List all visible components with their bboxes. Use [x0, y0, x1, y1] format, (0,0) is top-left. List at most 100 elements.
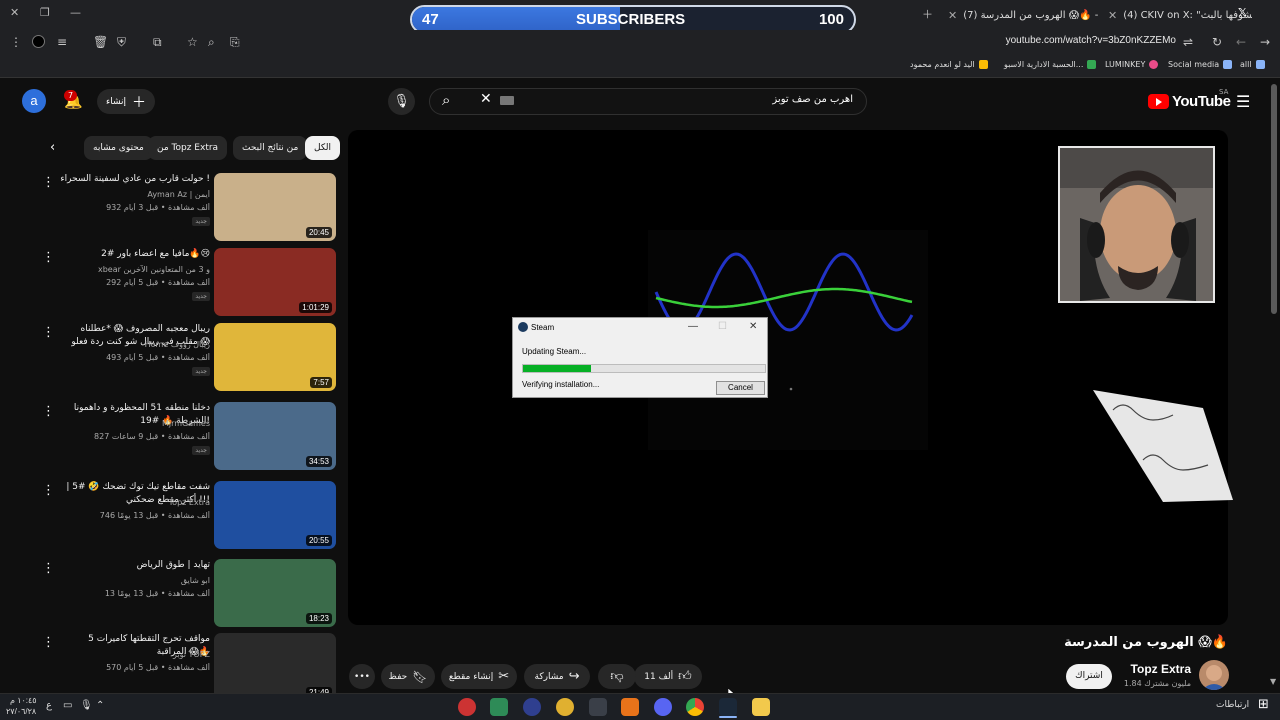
- save-button[interactable]: حفظ 🔖︎: [381, 664, 435, 689]
- dislike-button[interactable]: 👎︎: [598, 664, 636, 689]
- channel-avatar[interactable]: [1199, 660, 1229, 690]
- microphone-tray-icon[interactable]: 🎙: [80, 700, 93, 711]
- extensions-list-icon[interactable]: ≡: [57, 35, 67, 49]
- recommended-channel[interactable]: توبز TOPZ: [60, 650, 210, 659]
- search-icon[interactable]: ⌕: [442, 91, 450, 109]
- restore-window-icon[interactable]: ❐: [40, 6, 50, 19]
- clear-search-icon[interactable]: ✕: [480, 91, 492, 107]
- like-button[interactable]: 11 ألف 👍︎: [634, 664, 702, 689]
- reload-icon[interactable]: ↻: [1212, 35, 1222, 49]
- app-icon-vlc[interactable]: [621, 698, 639, 716]
- site-settings-icon[interactable]: ⇌: [1183, 35, 1193, 49]
- app-icon-disc[interactable]: [523, 698, 541, 716]
- app-icon-steam[interactable]: [719, 698, 737, 716]
- page-scrollbar[interactable]: [1271, 84, 1277, 314]
- windows-start-icon[interactable]: ⊞: [1258, 697, 1269, 712]
- more-options-icon[interactable]: ⋮: [42, 325, 55, 340]
- channel-name[interactable]: Topz Extra: [1100, 662, 1191, 676]
- puzzle-icon[interactable]: ⧉: [153, 35, 162, 50]
- recommended-channel[interactable]: ابو شايق: [60, 576, 210, 585]
- tab-x[interactable]: ✕ (4) CKIV on X: "ده بنشوفها بالبث: [1100, 4, 1252, 26]
- share-button[interactable]: مشاركة ↪: [524, 664, 590, 689]
- minimize-icon[interactable]: —: [688, 321, 698, 332]
- video-thumbnail[interactable]: 20:55: [214, 481, 336, 549]
- app-icon-sheets[interactable]: [490, 698, 508, 716]
- menu-dots-icon[interactable]: ⋮: [10, 35, 22, 49]
- more-options-icon[interactable]: ⋮: [42, 175, 55, 190]
- recommended-channel[interactable]: Ayman Az | أيمن: [60, 190, 210, 199]
- forward-icon[interactable]: ←: [1236, 35, 1246, 49]
- video-thumbnail[interactable]: 7:57: [214, 323, 336, 391]
- chip-all[interactable]: الكل: [305, 136, 341, 160]
- taskbar-clock-time[interactable]: ١٠:٤٥ م: [10, 696, 37, 705]
- clip-button[interactable]: إنشاء مقطع ✂: [441, 664, 517, 689]
- more-options-icon[interactable]: ⋮: [42, 483, 55, 498]
- profile-icon[interactable]: [32, 35, 45, 48]
- app-icon-record[interactable]: [458, 698, 476, 716]
- back-icon[interactable]: →: [1260, 35, 1270, 49]
- zoom-icon[interactable]: ⌕: [208, 35, 215, 50]
- chevron-left-icon[interactable]: ‹: [50, 140, 55, 155]
- cancel-button[interactable]: Cancel: [716, 381, 765, 395]
- app-icon-chrome[interactable]: [686, 698, 704, 716]
- video-thumbnail[interactable]: 20:45: [214, 173, 336, 241]
- chevron-up-icon[interactable]: ⌃: [96, 700, 104, 711]
- thumbs-up-icon: 👍︎: [678, 669, 692, 684]
- bookmark-label: Social media: [1168, 60, 1220, 69]
- minimize-window-icon[interactable]: —: [70, 6, 81, 19]
- chip-from-search[interactable]: من نتائج البحث: [233, 136, 308, 160]
- address-bar[interactable]: youtube.com/watch?v=3bZ0nKZZEMo: [1006, 35, 1176, 46]
- more-options-icon[interactable]: ⋮: [42, 404, 55, 419]
- share-page-icon[interactable]: ⎘: [230, 35, 240, 50]
- subscribe-button[interactable]: اشتراك: [1066, 664, 1112, 689]
- recommended-video-item[interactable]: ⋮ شفت مقاطع تيك توك تضحك 🤣 #5 | أكثر مقطع…: [40, 481, 340, 553]
- trash-icon[interactable]: 🗑: [93, 35, 108, 49]
- bookmark-item[interactable]: اليد لو انعدم محمود: [910, 60, 988, 69]
- video-thumbnail[interactable]: 34:53: [214, 402, 336, 470]
- video-thumbnail[interactable]: 21:49: [214, 633, 336, 701]
- close-icon[interactable]: ✕: [749, 321, 757, 332]
- new-tab-icon[interactable]: ＋: [922, 6, 933, 22]
- close-tab-icon[interactable]: ✕: [948, 9, 957, 22]
- video-thumbnail[interactable]: 18:23: [214, 559, 336, 627]
- bookmark-item[interactable]: Social media: [1168, 60, 1233, 69]
- close-tab-icon[interactable]: ✕: [1108, 9, 1117, 22]
- taskbar-clock-date[interactable]: ٢٧/٠٦/٢٨: [6, 707, 36, 716]
- app-icon-discord[interactable]: [556, 698, 574, 716]
- recommended-channel[interactable]: Home ريبال رؤوف: [60, 340, 210, 349]
- chip-from-channel[interactable]: من Topz Extra: [148, 136, 228, 160]
- recommended-video-item[interactable]: ⋮ دخلنا منطقه 51 المحظورة و داهمونا الشرط…: [40, 402, 340, 474]
- hamburger-menu-icon[interactable]: ☰: [1236, 92, 1250, 111]
- recommended-channel[interactable]: MjrmGames: [60, 419, 210, 428]
- bookmark-item[interactable]: LUMINKEY: [1105, 60, 1159, 69]
- recommended-channel[interactable]: xbear و 3 من المتعاونين الآخرين: [60, 265, 210, 274]
- bookmark-item[interactable]: alll: [1240, 60, 1265, 69]
- recommended-video-item[interactable]: ⋮ مافيا مع اعضاء باور #2🔥😢 xbear و 3 من ال…: [40, 248, 340, 320]
- shield-icon[interactable]: ⛨: [117, 35, 126, 50]
- network-icon[interactable]: ▭: [63, 700, 72, 711]
- recommended-channel[interactable]: Topz Extra: [60, 498, 210, 507]
- chip-related[interactable]: محتوى مشابه: [84, 136, 153, 160]
- more-actions-button[interactable]: •••: [349, 664, 375, 689]
- create-button[interactable]: إنشاء ＋: [97, 89, 155, 114]
- input-language[interactable]: ع: [46, 700, 52, 711]
- video-thumbnail[interactable]: 1:01:29: [214, 248, 336, 316]
- app-icon-messenger[interactable]: [654, 698, 672, 716]
- more-options-icon[interactable]: ⋮: [42, 561, 55, 576]
- bookmark-item[interactable]: الحسبة الادارية الاسبو...: [1004, 60, 1097, 69]
- star-icon[interactable]: ☆: [187, 35, 198, 49]
- keyboard-icon[interactable]: [500, 96, 514, 105]
- more-options-icon[interactable]: ⋮: [42, 250, 55, 265]
- taskbar-widgets-label[interactable]: ارتباطات: [1216, 700, 1249, 710]
- app-icon-terminal[interactable]: [589, 698, 607, 716]
- recommended-video-item[interactable]: ⋮ ريبال معجبه المصروف 😱 *عطلناه مقلب في ر…: [40, 323, 340, 395]
- app-icon-file-explorer[interactable]: [752, 698, 770, 716]
- voice-search-button[interactable]: 🎙: [388, 88, 415, 115]
- recommended-video-item[interactable]: ⋮ تهايد | طوق الرياض ابو شايق 13 ألف مشاهدة…: [40, 559, 340, 631]
- scroll-down-icon[interactable]: ▼: [1270, 677, 1276, 686]
- tab-video[interactable]: ✕ (7) الهروب من المدرسة 😱🔥 - ...: [940, 4, 1100, 26]
- more-options-icon[interactable]: ⋮: [42, 635, 55, 650]
- account-avatar[interactable]: a: [22, 89, 46, 113]
- recommended-video-item[interactable]: ⋮ حولت قارب من عادي لسفينة السحراء ! Ayman…: [40, 173, 340, 245]
- close-window-icon[interactable]: ✕: [10, 6, 19, 19]
